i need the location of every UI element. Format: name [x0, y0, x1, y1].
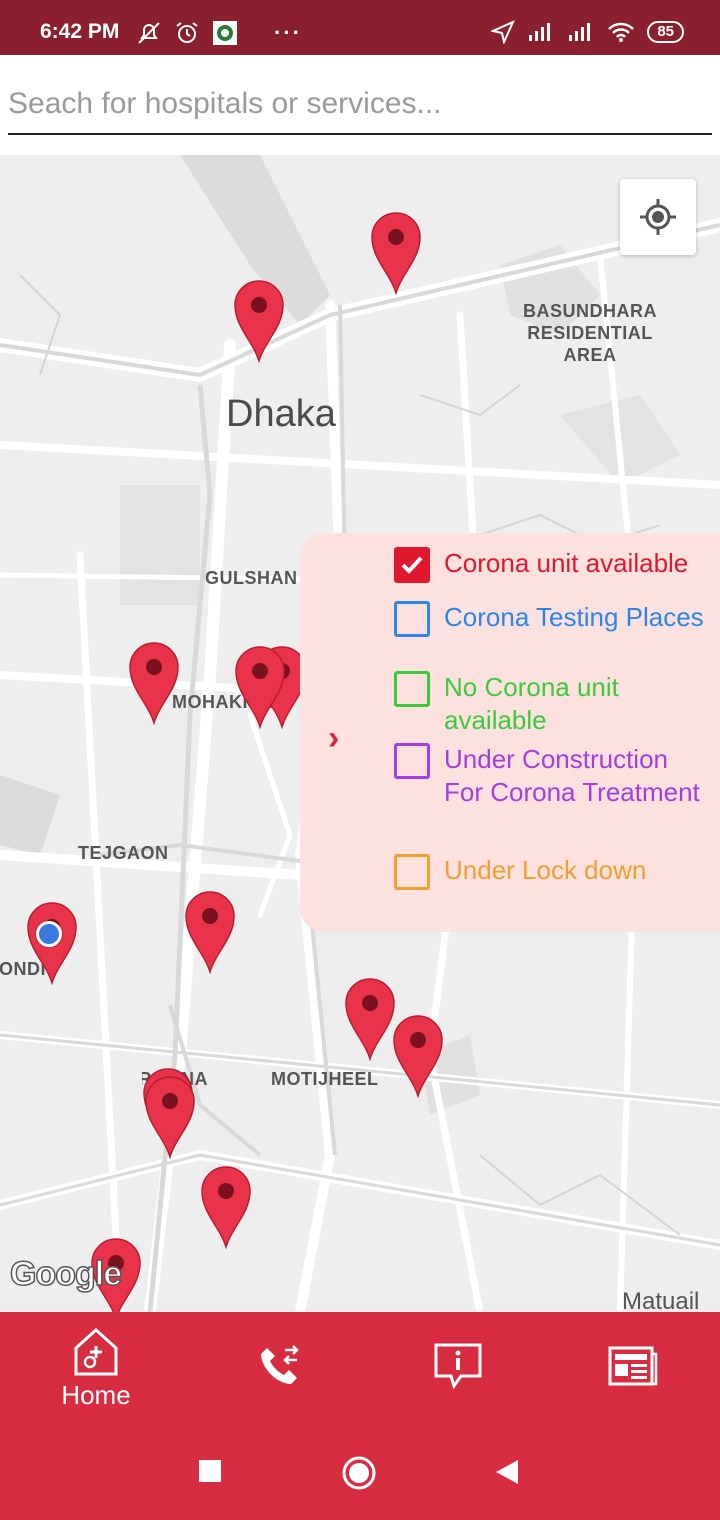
nav-item-contacts[interactable] — [250, 1312, 310, 1430]
newspaper-icon — [608, 1346, 658, 1386]
signal-icon — [569, 23, 591, 41]
nav-label-home: Home — [61, 1380, 131, 1410]
hospital-marker[interactable] — [128, 641, 180, 726]
hospital-marker[interactable] — [234, 645, 286, 730]
alarm-icon — [176, 22, 198, 43]
legend-item-label: Corona Testing Places — [444, 602, 704, 632]
wifi-icon — [608, 22, 635, 42]
nav-item-news[interactable] — [604, 1312, 660, 1430]
nav-item-info[interactable] — [430, 1312, 486, 1430]
hospital-marker[interactable] — [233, 279, 285, 364]
map-pin-icon — [371, 212, 421, 296]
legend-item[interactable]: Corona unit available — [394, 547, 714, 583]
legend-item-label: Under Construction For Corona Treatment — [444, 744, 700, 807]
legend-checkbox[interactable] — [394, 601, 430, 637]
crosshair-icon — [640, 199, 676, 235]
checkmark-icon — [401, 556, 423, 574]
hospital-marker[interactable] — [200, 1165, 252, 1250]
area-label-matuail: Matuail — [622, 1288, 700, 1312]
map-pin-icon — [145, 1076, 195, 1160]
map-pin-icon — [234, 280, 284, 364]
my-location-button[interactable] — [620, 179, 696, 255]
recents-icon[interactable] — [198, 1458, 222, 1484]
legend-checkbox[interactable] — [394, 854, 430, 890]
legend-item-label: Corona unit available — [444, 548, 689, 578]
battery-icon: 85 — [647, 21, 684, 43]
status-bar: 6:42 PM ··· 85 — [0, 0, 720, 55]
area-label-tejgaon: TEJGAON — [78, 843, 169, 863]
legend-item-label: No Corona unit available — [444, 672, 619, 735]
map-pin-icon — [393, 1015, 443, 1099]
area-label-gulshan: GULSHAN — [205, 568, 298, 588]
legend-checkbox-checked[interactable] — [394, 547, 430, 583]
map-pin-icon — [185, 891, 235, 975]
mute-icon — [138, 22, 160, 44]
app-notification-icon — [213, 21, 237, 45]
map-view[interactable]: BASUNDHARA RESIDENTIAL AREA Dhaka GULSHA… — [0, 155, 720, 1312]
search-input[interactable] — [8, 75, 712, 135]
google-logo: Google — [9, 1254, 123, 1294]
legend-item[interactable]: No Corona unit available — [394, 671, 714, 737]
map-pin-icon — [129, 642, 179, 726]
map-pin-icon — [201, 1166, 251, 1250]
map-pin-icon — [345, 978, 395, 1062]
legend-checkbox[interactable] — [394, 671, 430, 707]
legend-item-label: Under Lock down — [444, 855, 647, 885]
chevron-right-icon[interactable]: › — [328, 719, 339, 758]
area-label-basundhara: BASUNDHARA RESIDENTIAL AREA — [523, 301, 657, 365]
bottom-navigation: Home — [0, 1312, 720, 1430]
legend-item[interactable]: Corona Testing Places — [394, 601, 714, 637]
search-bar — [0, 55, 720, 155]
info-chat-icon — [434, 1343, 482, 1390]
hospital-marker[interactable] — [144, 1075, 196, 1160]
nav-item-home[interactable]: Home — [40, 1312, 152, 1430]
status-time: 6:42 PM — [40, 20, 120, 43]
system-navigation-bar — [0, 1430, 720, 1520]
map-pin-icon — [235, 646, 285, 730]
legend-panel: › Corona unit available Corona Testing Pl… — [300, 533, 720, 932]
city-label: Dhaka — [226, 393, 336, 435]
phone-transfer-icon — [261, 1345, 299, 1384]
legend-item[interactable]: Under Lock down — [394, 854, 714, 890]
hospital-marker[interactable] — [392, 1014, 444, 1099]
more-icon: ··· — [274, 20, 302, 45]
legend-item[interactable]: Under Construction For Corona Treatment — [394, 743, 714, 809]
legend-checkbox[interactable] — [394, 743, 430, 779]
hospital-marker[interactable] — [184, 890, 236, 975]
hospital-marker[interactable] — [370, 211, 422, 296]
signal-icon — [529, 23, 551, 41]
area-label-motijheel: MOTIJHEEL — [271, 1069, 379, 1089]
hospital-home-icon — [74, 1327, 118, 1376]
home-circle-icon[interactable] — [340, 1454, 378, 1492]
back-icon[interactable] — [494, 1458, 520, 1486]
current-location-dot — [36, 921, 62, 947]
hospital-marker[interactable] — [344, 977, 396, 1062]
location-arrow-icon — [491, 20, 516, 44]
